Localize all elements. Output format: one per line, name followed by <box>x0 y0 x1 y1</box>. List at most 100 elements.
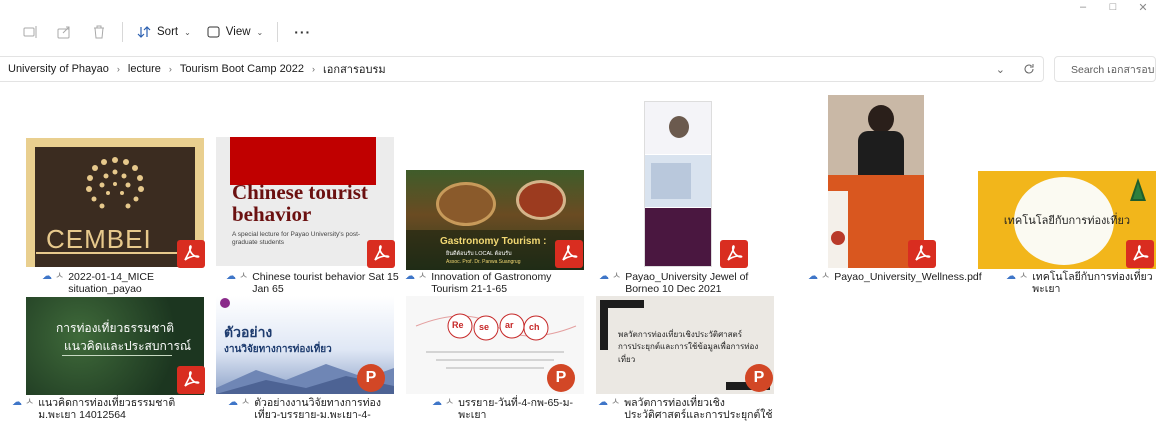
chevron-down-icon: ⌄ <box>256 27 264 37</box>
page-3 <box>645 208 711 266</box>
sort-button[interactable]: Sort ⌄ <box>129 17 199 47</box>
pdf-file-icon <box>367 240 395 268</box>
search-box[interactable]: Search เอกสารอบรม <box>1054 56 1156 82</box>
person-icon: ㅅ <box>445 397 455 408</box>
cloud-sync-icon: ☁ ㅅ <box>432 397 454 421</box>
powerpoint-file-icon: P <box>547 364 575 392</box>
file-name[interactable]: ☁ ㅅ Payao_University_Wellness.pdf <box>808 271 982 283</box>
person-icon: ㅅ <box>239 271 249 282</box>
share-icon <box>57 26 70 39</box>
cloud-sync-icon: ☁ ㅅ <box>42 271 64 295</box>
photo-area <box>828 95 924 175</box>
person-icon: ㅅ <box>821 271 831 282</box>
close-button[interactable]: ✕ <box>1128 0 1158 14</box>
file-name[interactable]: ☁ ㅅ บรรยาย-วันที่-4-กพ-65-ม-พะเยา <box>432 397 592 421</box>
refresh-icon[interactable] <box>1023 63 1035 75</box>
person-icon: ㅅ <box>418 271 428 282</box>
rename-icon <box>23 26 37 38</box>
pdf-file-icon <box>720 240 748 268</box>
address-bar[interactable]: University of Phayao › lecture › Tourism… <box>0 56 1044 82</box>
title-block <box>230 137 376 185</box>
person-icon: ㅅ <box>1019 271 1029 282</box>
pdf-file-icon <box>555 240 583 268</box>
university-logo <box>220 298 230 308</box>
more-options-button[interactable]: ··· <box>284 24 321 40</box>
window-caption-buttons: – □ ✕ <box>1068 0 1158 14</box>
thumbnail-subtitle: ยินดีต้อนรับ LOCAL ต้อนรับ <box>446 251 512 257</box>
file-name[interactable]: ☁ ㅅ พลวัตการท่องเที่ยวเชิงประวัติศาสตร์แล… <box>598 397 784 421</box>
command-bar: Sort ⌄ View ⌄ ··· <box>0 14 1158 50</box>
person-icon: ㅅ <box>241 397 251 408</box>
food-bowl <box>436 182 496 226</box>
pdf-file-icon <box>177 240 205 268</box>
delete-button[interactable] <box>82 17 116 47</box>
cloud-sync-icon: ☁ ㅅ <box>598 397 620 421</box>
powerpoint-file-icon: P <box>745 364 773 392</box>
file-thumbnail[interactable] <box>644 101 712 267</box>
trash-icon <box>94 25 104 39</box>
pdf-file-icon <box>908 240 936 268</box>
file-name[interactable]: ☁ ㅅ 2022-01-14_MICE situation_payao <box>42 271 212 295</box>
page-1 <box>645 102 711 154</box>
thumbnail-title: การท่องเที่ยวธรรมชาติ <box>56 321 175 335</box>
breadcrumb-item[interactable]: University of Phayao <box>8 63 109 75</box>
food-bowl <box>516 180 566 220</box>
thumbnail-subtitle: A special lecture for Payao University's… <box>232 231 361 246</box>
chevron-right-icon[interactable]: › <box>169 64 172 74</box>
thumbnail-subtitle: การประยุกต์และการใช้ข้อมูลเพื่อการท่องเท… <box>618 342 759 364</box>
cloud-sync-icon: ☁ ㅅ <box>405 271 427 295</box>
toolbar-divider <box>277 22 279 42</box>
page-2 <box>645 155 711 207</box>
breadcrumb-item[interactable]: เอกสารอบรม <box>323 60 386 78</box>
toolbar-divider <box>122 22 123 42</box>
thumbnail-author: Assoc. Prof. Dr. Panwa Suangrug <box>446 259 521 265</box>
person-icon: ㅅ <box>25 397 35 408</box>
address-row: University of Phayao › lecture › Tourism… <box>0 55 1158 83</box>
file-name[interactable]: ☁ ㅅ แนวคิดการท่องเที่ยวธรรมชาติ ม.พะเยา 1… <box>12 397 212 421</box>
thumbnail-subtitle: แนวคิดและประสบการณ์ <box>64 339 192 353</box>
thumbnail-word: ar <box>505 320 514 330</box>
search-placeholder: Search เอกสารอบรม <box>1071 63 1155 76</box>
chevron-down-icon: ⌄ <box>184 27 191 37</box>
powerpoint-file-icon: P <box>357 364 385 392</box>
view-button[interactable]: View ⌄ <box>199 17 271 47</box>
file-name[interactable]: ☁ ㅅ เทคโนโลยีกับการท่องเที่ยว พะเยา <box>1006 271 1156 295</box>
chevron-right-icon[interactable]: › <box>312 64 315 74</box>
cloud-sync-icon: ☁ ㅅ <box>1006 271 1028 295</box>
sort-label: Sort <box>157 26 179 38</box>
minimize-button[interactable]: – <box>1068 0 1098 14</box>
sort-icon <box>137 26 151 38</box>
file-name[interactable]: ☁ ㅅ Innovation of Gastronomy Tourism 21-1… <box>405 271 589 295</box>
chevron-down-icon[interactable]: ⌄ <box>996 63 1005 76</box>
thumbnail-title: เทคโนโลยีกับการท่องเที่ยว <box>1003 215 1131 227</box>
thumbnail-title: CEMBEI <box>46 224 152 254</box>
thumbnail-title: Gastronomy Tourism : <box>440 236 547 247</box>
breadcrumb-item[interactable]: Tourism Boot Camp 2022 <box>180 63 304 75</box>
thumbnail-word: se <box>479 322 490 332</box>
cembei-logo <box>86 157 144 209</box>
thumbnail-title: ตัวอย่าง <box>224 324 273 340</box>
share-button[interactable] <box>48 17 82 47</box>
person-icon: ㅅ <box>55 271 65 282</box>
pdf-file-icon <box>1126 240 1154 268</box>
maximize-button[interactable]: □ <box>1098 0 1128 14</box>
thumbnail-subtitle: งานวิจัยทางการท่องเที่ยว <box>224 344 332 355</box>
cloud-sync-icon: ☁ ㅅ <box>226 271 248 295</box>
view-icon <box>207 26 220 38</box>
chevron-right-icon[interactable]: › <box>117 64 120 74</box>
cloud-sync-icon: ☁ ㅅ <box>12 397 34 421</box>
thumbnail-title: Chinese tourist behavior <box>232 180 368 226</box>
person-icon: ㅅ <box>611 397 621 408</box>
file-name[interactable]: ☁ ㅅ ตัวอย่างงานวิจัยทางการท่องเที่ยว-บรรย… <box>228 397 398 423</box>
thumbnail-word: ch <box>529 322 540 332</box>
breadcrumb-item[interactable]: lecture <box>128 63 161 75</box>
frame-corner <box>600 300 608 350</box>
divider <box>36 252 194 254</box>
person-icon: ㅅ <box>612 271 622 282</box>
pdf-file-icon <box>177 366 205 394</box>
temple-icon <box>1130 178 1146 201</box>
file-name[interactable]: ☁ ㅅ Chinese tourist behavior Sat 15 Jan 6… <box>226 271 402 295</box>
side-logos <box>828 191 848 268</box>
file-name[interactable]: ☁ ㅅ Payao_University Jewel of Borneo 10 D… <box>599 271 779 295</box>
rename-button[interactable] <box>14 17 48 47</box>
